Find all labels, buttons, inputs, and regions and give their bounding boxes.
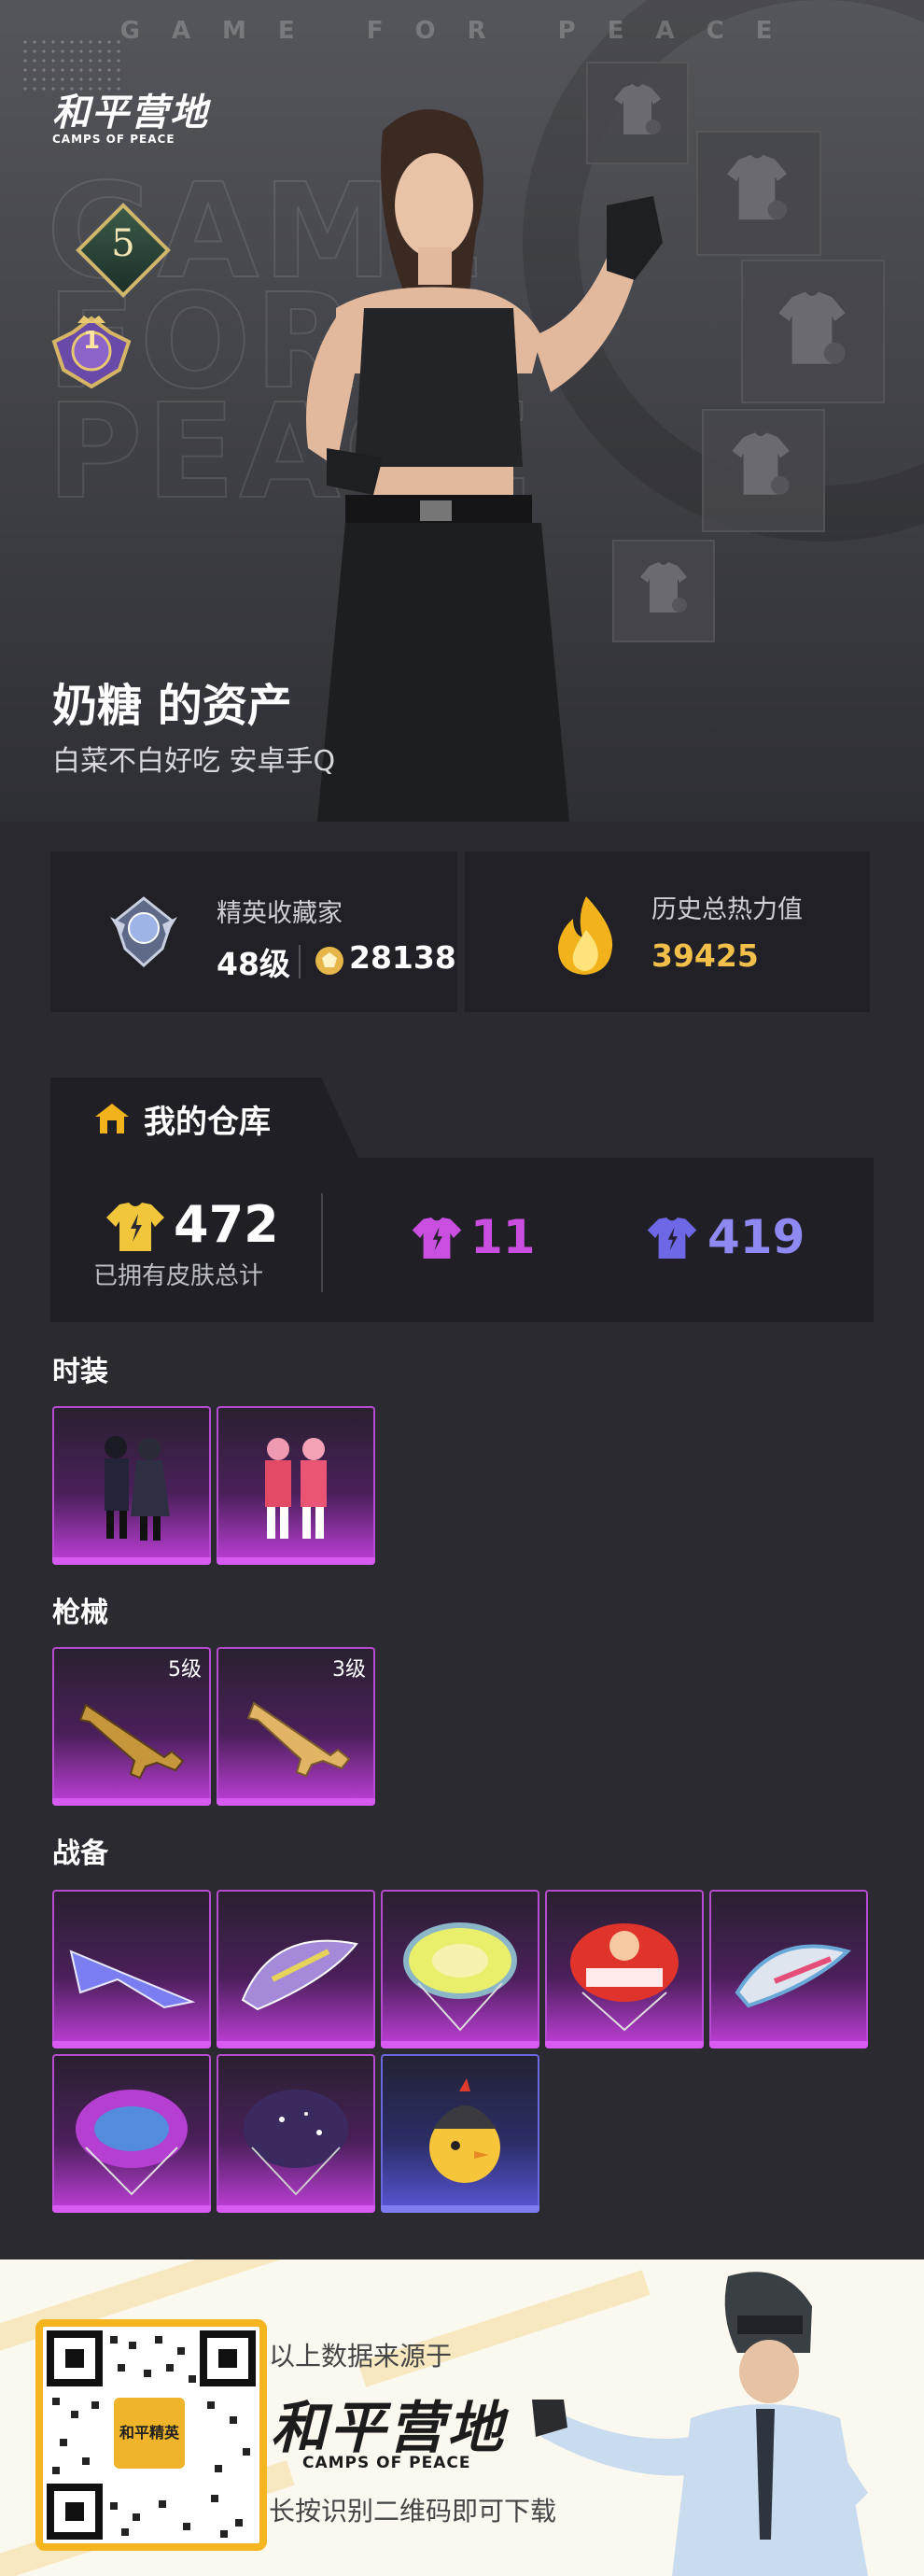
outfit-icon xyxy=(105,1436,170,1541)
footer-source-text: 以上数据来源于 xyxy=(269,2341,453,2372)
weapon-item[interactable]: 3级 xyxy=(217,1647,375,1806)
player-level: 5 xyxy=(111,222,135,265)
weapon-level-label: 5级 xyxy=(168,1658,202,1682)
points-coin-icon xyxy=(315,947,343,975)
section-weapons-label: 枪械 xyxy=(52,1597,108,1629)
skin-placeholder-card xyxy=(741,260,885,403)
gear-item[interactable] xyxy=(52,1890,211,2048)
heat-stat-card: 历史总热力值 39425 xyxy=(465,852,870,1012)
rarity-bar xyxy=(217,1798,375,1806)
hero-tagline: GAME FOR PEACE xyxy=(119,17,805,45)
parachute-icon xyxy=(403,1922,517,2032)
shirt-icon xyxy=(778,291,846,364)
weapon-item[interactable]: 5级 xyxy=(52,1647,211,1806)
home-icon xyxy=(95,1104,129,1133)
rarity-bar xyxy=(381,2205,539,2213)
rank-number: 1 xyxy=(82,327,101,355)
epic-shirt-icon xyxy=(647,1217,697,1260)
chick-helmet-icon xyxy=(429,2078,500,2183)
footer-download-hint: 长按识别二维码即可下载 xyxy=(269,2496,557,2527)
owner-subtitle: 白菜不白好吃 安卓手Q xyxy=(52,745,336,778)
rarity-bar xyxy=(217,2041,375,2048)
rarity-bar xyxy=(52,1557,211,1565)
rarity-bar xyxy=(545,2041,704,2048)
gear-item[interactable] xyxy=(381,1890,539,2048)
weapon-level-label: 3级 xyxy=(332,1658,366,1682)
rarity-bar xyxy=(52,1798,211,1806)
warehouse-title: 我的仓库 xyxy=(144,1104,271,1141)
collector-stat-card: 精英收藏家 48级 28138 xyxy=(50,852,457,1012)
fashion-item[interactable] xyxy=(217,1406,375,1565)
soldier-figure xyxy=(532,2272,868,2576)
camps-of-peace-logo: 和平营地 CAMPS OF PEACE xyxy=(52,82,209,146)
total-skins-label: 已拥有皮肤总计 xyxy=(93,1262,264,1290)
shirt-icon xyxy=(726,154,788,220)
parachute-icon xyxy=(570,1923,679,2032)
rarity-bar xyxy=(217,2205,375,2213)
rarity-bar xyxy=(217,1557,375,1565)
footer-logo-cn: 和平营地 xyxy=(271,2396,506,2461)
gear-item[interactable] xyxy=(381,2054,539,2213)
rarity-bar xyxy=(52,2205,211,2213)
legendary-shirt-icon xyxy=(412,1217,462,1260)
collector-level: 48级 xyxy=(217,946,290,982)
parachute-icon xyxy=(76,2090,188,2196)
section-fashion-label: 时装 xyxy=(52,1356,108,1388)
fashion-item[interactable] xyxy=(52,1406,211,1565)
total-skins-count: 472 xyxy=(174,1195,279,1254)
collector-medal-icon xyxy=(110,896,177,968)
glider-icon xyxy=(241,1939,358,2011)
glider-icon xyxy=(735,1944,851,2008)
legendary-skins-count: 11 xyxy=(470,1210,536,1264)
rarity-bar xyxy=(709,2041,868,2048)
gear-item[interactable] xyxy=(52,2054,211,2213)
heat-title: 历史总热力值 xyxy=(651,895,803,924)
gear-item[interactable] xyxy=(217,2054,375,2213)
collector-title: 精英收藏家 xyxy=(217,899,343,928)
heat-value: 39425 xyxy=(651,937,759,974)
epic-skins-count: 419 xyxy=(707,1210,805,1264)
total-skins-shirt-icon xyxy=(106,1203,164,1251)
warehouse-divider xyxy=(321,1193,323,1292)
logo-cn-text: 和平营地 xyxy=(52,91,209,134)
section-gear-label: 战备 xyxy=(52,1837,108,1870)
gear-item[interactable] xyxy=(709,1890,868,2048)
outfit-icon xyxy=(265,1438,327,1539)
owner-title: 奶糖 的资产 xyxy=(52,680,292,732)
qr-center-label: 和平精英 xyxy=(119,2424,179,2442)
collector-divider xyxy=(299,945,301,978)
rarity-bar xyxy=(52,2041,211,2048)
glider-icon xyxy=(69,1950,196,2009)
qr-center-app-icon: 和平精英 xyxy=(110,2394,189,2472)
collector-points: 28138 xyxy=(349,939,456,976)
shirt-icon xyxy=(732,432,790,495)
rarity-bar xyxy=(381,2041,539,2048)
footer-logo-en: CAMPS OF PEACE xyxy=(302,2454,471,2472)
flame-icon xyxy=(558,896,613,975)
hero-banner: GAME FOR PEACE GAME FOR PEACE 和平营地 CAMPS… xyxy=(0,0,924,822)
gear-item[interactable] xyxy=(545,1890,704,2048)
skin-placeholder-card xyxy=(702,409,825,532)
gear-item[interactable] xyxy=(217,1890,375,2048)
parachute-icon xyxy=(244,2090,348,2196)
